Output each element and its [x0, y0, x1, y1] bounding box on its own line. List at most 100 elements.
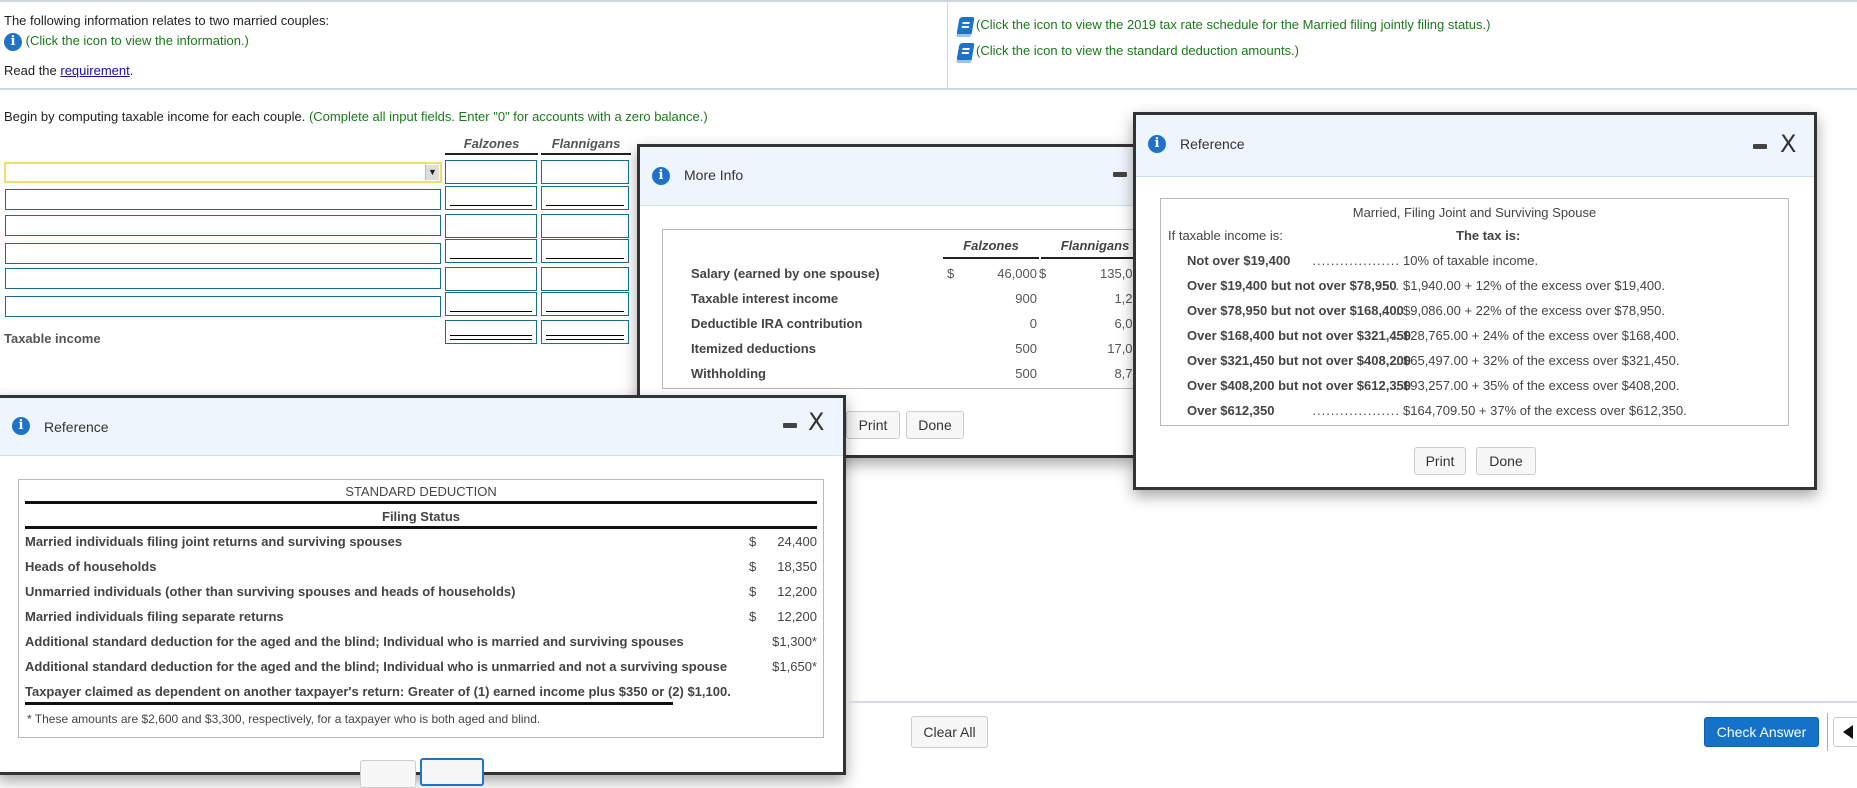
dialog-title: Reference: [44, 419, 109, 435]
reference-links: (Click the icon to view the 2019 tax rat…: [956, 12, 1491, 64]
flannigans-input[interactable]: [541, 160, 629, 184]
dollar-sign: $: [1039, 266, 1047, 281]
row-label: Withholding: [691, 366, 766, 381]
table-row: Over $612,350 ................... $164,7…: [1161, 403, 1788, 427]
dialog-title: Reference: [1180, 136, 1245, 152]
filing-status: Married individuals filing joint returns…: [25, 534, 403, 549]
dollar-sign: $: [749, 534, 757, 549]
flannigans-taxable-income-input[interactable]: [541, 320, 629, 344]
minimize-icon[interactable]: [1113, 172, 1127, 177]
dollar-sign: $: [947, 266, 955, 281]
dropdown-arrow-icon[interactable]: ▼: [425, 165, 439, 180]
table-row: Over $168,400 but not over $321,450 ... …: [1161, 328, 1788, 352]
account-label-input[interactable]: [5, 296, 441, 317]
tax-rule: $65,497.00 + 32% of the excess over $321…: [1403, 353, 1680, 368]
minimize-icon[interactable]: [1753, 144, 1767, 149]
close-icon[interactable]: X: [1780, 132, 1796, 156]
book-icon[interactable]: [956, 16, 975, 35]
leader-dots: ...................: [1312, 403, 1400, 418]
account-label-input[interactable]: [5, 243, 441, 264]
close-icon[interactable]: X: [808, 410, 824, 434]
book-icon[interactable]: [956, 42, 975, 61]
worksheet-instruction: Begin by computing taxable income for ea…: [4, 109, 708, 124]
instruction-text: Begin by computing taxable income for ea…: [4, 109, 309, 124]
falzones-input[interactable]: [445, 292, 537, 316]
info-icon[interactable]: i: [4, 32, 22, 51]
row-label: Salary (earned by one spouse): [691, 266, 880, 281]
deduction-amount: 12,200: [777, 584, 817, 599]
flannigans-input[interactable]: [541, 239, 629, 263]
done-button[interactable]: Done: [1476, 447, 1536, 475]
print-button[interactable]: Print: [846, 411, 900, 439]
standard-deduction-table: STANDARD DEDUCTION Filing Status Married…: [18, 479, 824, 738]
minimize-icon[interactable]: [783, 423, 797, 428]
done-button[interactable]: [420, 758, 484, 786]
income-range: Not over $19,400: [1187, 253, 1291, 268]
dialog-header[interactable]: i Reference X: [0, 398, 843, 456]
requirement-link[interactable]: requirement: [60, 63, 129, 78]
flannigans-input[interactable]: [541, 186, 629, 210]
print-button[interactable]: Print: [1414, 447, 1466, 475]
tax-rule: $28,765.00 + 24% of the excess over $168…: [1403, 328, 1680, 343]
table-title: Married, Filing Joint and Surviving Spou…: [1352, 205, 1597, 220]
deduction-amount: 18,350: [777, 559, 817, 574]
leader-dots: ...: [1386, 353, 1400, 368]
leader-dots: ...: [1386, 328, 1400, 343]
falzones-input[interactable]: [445, 214, 537, 238]
flannigans-input[interactable]: [541, 292, 629, 316]
account-label-input[interactable]: [5, 215, 441, 236]
dollar-sign: $: [749, 609, 757, 624]
account-label-input[interactable]: [5, 268, 441, 289]
tax-schedule-hint: (Click the icon to view the 2019 tax rat…: [976, 17, 1491, 32]
dialog-header[interactable]: i More Info: [640, 147, 1134, 206]
filing-status: Taxpayer claimed as dependent on another…: [25, 684, 731, 699]
read-suffix: .: [129, 63, 134, 78]
account-select[interactable]: ▼: [4, 162, 442, 183]
table-row: Additional standard deduction for the ag…: [25, 634, 817, 658]
falzones-value: 900: [1015, 291, 1037, 306]
done-button[interactable]: Done: [906, 411, 964, 439]
divider: [25, 526, 817, 529]
table-row: Over $78,950 but not over $168,400 .... …: [1161, 303, 1788, 327]
row-label: Itemized deductions: [691, 341, 816, 356]
vertical-divider: [947, 2, 948, 88]
table-title: STANDARD DEDUCTION: [345, 484, 497, 499]
intro-text: The following information relates to two…: [4, 13, 330, 28]
income-range: Over $612,350: [1187, 403, 1275, 418]
falzones-input[interactable]: [445, 239, 537, 263]
tax-rule: $1,940.00 + 12% of the excess over $19,4…: [1403, 278, 1665, 293]
tax-rule: $9,086.00 + 22% of the excess over $78,9…: [1403, 303, 1665, 318]
falzones-taxable-income-input[interactable]: [445, 320, 537, 344]
divider: [25, 702, 673, 705]
table-subtitle: Filing Status: [382, 509, 460, 524]
leader-dots: ...: [1386, 378, 1400, 393]
falzones-value: 46,000: [997, 266, 1037, 281]
account-label-input[interactable]: [5, 189, 441, 210]
falzones-input[interactable]: [445, 186, 537, 210]
tax-rule: 10% of taxable income.: [1403, 253, 1539, 268]
clear-all-button[interactable]: Clear All: [911, 716, 988, 748]
row-label: Deductible IRA contribution: [691, 316, 863, 331]
instruction-note: (Complete all input fields. Enter "0" fo…: [308, 109, 708, 124]
tax-rule: $164,709.50 + 37% of the excess over $61…: [1403, 403, 1687, 418]
falzones-input[interactable]: [445, 267, 537, 291]
tax-header: The tax is:: [1456, 228, 1521, 243]
table-row: Over $19,400 but not over $78,950 ..... …: [1161, 278, 1788, 302]
problem-intro: The following information relates to two…: [4, 11, 329, 81]
income-range: Over $78,950 but not over $168,400: [1187, 303, 1404, 318]
divider: [25, 501, 817, 504]
table-row: Itemized deductions 500 17,000: [663, 341, 1181, 365]
column-header-falzones: Falzones: [943, 238, 1039, 259]
dollar-sign: $: [749, 584, 757, 599]
row-label: Taxable interest income: [691, 291, 839, 306]
flannigans-input[interactable]: [541, 267, 629, 291]
flannigans-input[interactable]: [541, 214, 629, 238]
dialog-header[interactable]: i Reference X: [1136, 115, 1814, 177]
filing-status: Additional standard deduction for the ag…: [25, 634, 684, 649]
print-button[interactable]: [360, 760, 416, 788]
filing-status: Unmarried individuals (other than surviv…: [25, 584, 516, 599]
previous-arrow-icon[interactable]: [1833, 717, 1857, 747]
income-range: Over $408,200 but not over $612,350: [1187, 378, 1412, 393]
check-answer-button[interactable]: Check Answer: [1704, 717, 1819, 747]
falzones-input[interactable]: [445, 160, 537, 184]
